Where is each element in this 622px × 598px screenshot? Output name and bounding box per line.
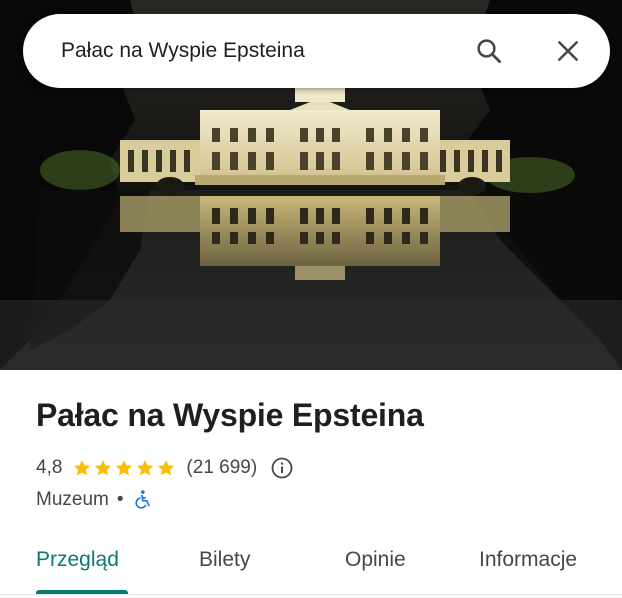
place-tabs: Przegląd Bilety Opinie Informacje [0,530,622,598]
tab-informacje[interactable]: Informacje [479,548,577,572]
rating-stars[interactable] [72,458,176,478]
tab-opinie[interactable]: Opinie [345,548,406,572]
category-row: Muzeum • [36,487,152,513]
info-icon [271,457,293,479]
star-icon [137,460,154,476]
place-title: Pałac na Wyspie Epsteina [36,397,424,433]
rating-info-button[interactable] [269,455,295,481]
review-count-link[interactable]: (21 699) [186,457,257,479]
wheelchair-icon[interactable] [132,489,152,511]
tabs-divider [0,594,622,595]
close-icon [558,41,578,61]
search-input[interactable]: Pałac na Wyspie Epsteina [61,39,305,63]
star-icon [158,460,175,476]
tab-bilety[interactable]: Bilety [199,548,250,572]
star-icon [116,460,133,476]
rating-value: 4,8 [36,457,63,478]
star-icon [74,460,91,476]
search-button[interactable] [471,33,507,69]
rating-row: 4,8 (21 699) [36,454,295,482]
search-icon [477,39,501,63]
category-label[interactable]: Muzeum [36,489,109,511]
separator-dot: • [116,489,124,510]
tab-przeglad[interactable]: Przegląd [36,548,119,572]
search-bar[interactable]: Pałac na Wyspie Epsteina [23,14,610,88]
star-icon [95,460,112,476]
close-button[interactable] [550,33,586,69]
